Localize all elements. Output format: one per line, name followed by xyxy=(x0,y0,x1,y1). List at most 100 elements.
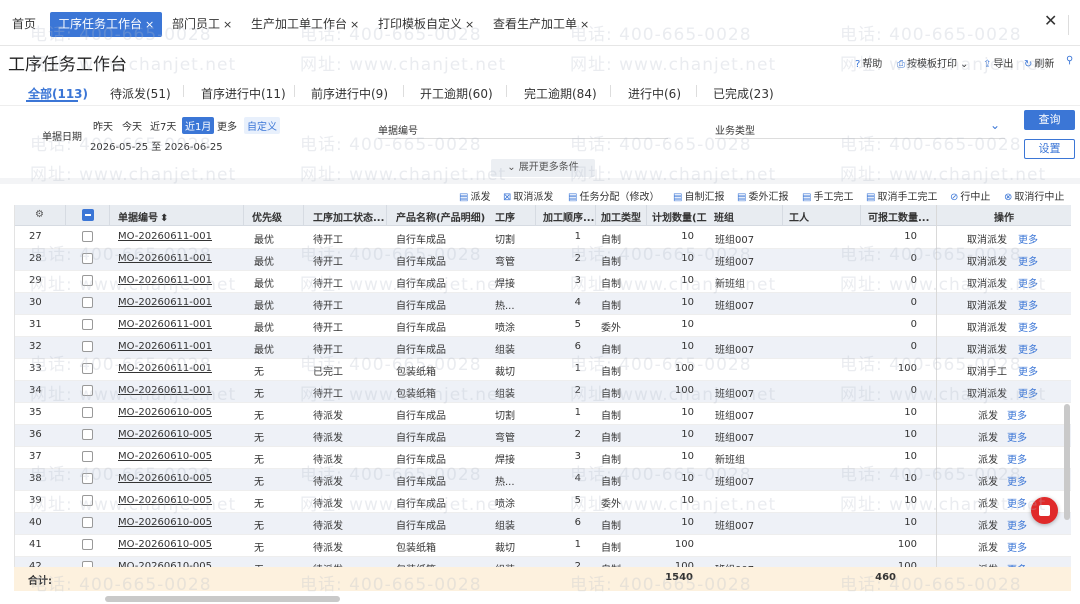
close-icon[interactable]: × xyxy=(223,18,232,31)
action-row-stop[interactable]: ⊘ 行中止 xyxy=(950,188,990,203)
cell-doc-no[interactable]: MO-20260611-001 xyxy=(118,319,238,330)
close-all-tabs-icon[interactable]: ✕ xyxy=(1044,11,1057,30)
pin-icon[interactable]: ⚲ xyxy=(1066,55,1075,66)
cell-more-link[interactable]: 更多 xyxy=(1018,319,1038,334)
header-process-seq[interactable]: 加工顺序... xyxy=(543,209,594,224)
horizontal-scrollbar[interactable] xyxy=(105,596,340,602)
table-row[interactable]: 29 MO-20260611-001 最优 待开工 自行车成品 焊接 3 自制 10 新班组 0 取消… xyxy=(15,271,1071,293)
query-button[interactable]: 查询 xyxy=(1024,110,1075,130)
header-priority[interactable]: 优先级 xyxy=(252,209,282,224)
header-team[interactable]: 班组 xyxy=(714,209,734,224)
cell-more-link[interactable]: 更多 xyxy=(1007,473,1027,488)
tab-department-staff[interactable]: 部门员工 × xyxy=(172,12,232,37)
tab-view-production-order[interactable]: 查看生产加工单 × xyxy=(493,12,589,37)
table-row[interactable]: 27 MO-20260611-001 最优 待开工 自行车成品 切割 1 自制 10 班组007 1… xyxy=(15,227,1071,249)
filter-tab-start-overdue[interactable]: 开工逾期(60) xyxy=(420,85,493,102)
table-row[interactable]: 34 MO-20260611-001 无 待开工 包装纸箱 组装 2 自制 100 班组007 0 取… xyxy=(15,381,1071,403)
cell-operation-action[interactable]: 派发 xyxy=(978,473,998,488)
table-row[interactable]: 32 MO-20260611-001 最优 待开工 自行车成品 组装 6 自制 10 班组007 0… xyxy=(15,337,1071,359)
cell-operation-action[interactable]: 取消派发 xyxy=(967,385,1007,400)
cell-more-link[interactable]: 更多 xyxy=(1018,275,1038,290)
cell-more-link[interactable]: 更多 xyxy=(1007,495,1027,510)
header-available-qty[interactable]: 可报工数量... xyxy=(868,209,929,224)
action-cancel-row-stop[interactable]: ⊗ 取消行中止 xyxy=(1004,188,1064,203)
biz-type-select[interactable] xyxy=(715,138,1005,139)
filter-tab-completed[interactable]: 已完成(23) xyxy=(713,85,774,102)
row-checkbox[interactable] xyxy=(82,451,93,462)
cell-more-link[interactable]: 更多 xyxy=(1007,429,1027,444)
filter-tab-prev-in-progress[interactable]: 前序进行中(9) xyxy=(311,85,388,102)
date-chip-yesterday[interactable]: 昨天 xyxy=(93,118,113,133)
print-template-button[interactable]: ⎙ 按模板打印 ⌄ xyxy=(897,55,968,70)
table-row[interactable]: 35 MO-20260610-005 无 待派发 自行车成品 切割 1 自制 10 班组007 10… xyxy=(15,403,1071,425)
row-checkbox[interactable] xyxy=(82,517,93,528)
select-all-checkbox[interactable] xyxy=(82,209,94,221)
tab-print-template-custom[interactable]: 打印模板自定义 × xyxy=(378,12,474,37)
cell-more-link[interactable]: 更多 xyxy=(1007,451,1027,466)
cell-more-link[interactable]: 更多 xyxy=(1007,539,1027,554)
cell-doc-no[interactable]: MO-20260610-005 xyxy=(118,495,238,506)
biz-type-dropdown-chevron-icon[interactable]: ⌄ xyxy=(990,118,1000,132)
date-range-value[interactable]: 2026-05-25 至 2026-06-25 xyxy=(90,138,223,153)
tab-production-order-workbench[interactable]: 生产加工单工作台 × xyxy=(251,12,359,37)
cell-more-link[interactable]: 更多 xyxy=(1018,341,1038,356)
cell-operation-action[interactable]: 取消派发 xyxy=(967,253,1007,268)
sort-icon[interactable]: ⬍ xyxy=(160,213,168,224)
cell-operation-action[interactable]: 派发 xyxy=(978,517,998,532)
date-chip-today[interactable]: 今天 xyxy=(122,118,142,133)
cell-doc-no[interactable]: MO-20260611-001 xyxy=(118,297,238,308)
cell-doc-no[interactable]: MO-20260611-001 xyxy=(118,275,238,286)
row-checkbox[interactable] xyxy=(82,231,93,242)
row-checkbox[interactable] xyxy=(82,363,93,374)
row-checkbox[interactable] xyxy=(82,429,93,440)
close-icon[interactable]: × xyxy=(580,18,589,31)
action-dispatch[interactable]: ▤ 派发 xyxy=(459,188,490,203)
table-row[interactable]: 33 MO-20260611-001 无 已完工 包装纸箱 裁切 1 自制 100 100 取消手工… xyxy=(15,359,1071,381)
filter-tab-first-in-progress[interactable]: 首序进行中(11) xyxy=(201,85,286,102)
action-cancel-manual-complete[interactable]: ▤ 取消手工完工 xyxy=(866,188,937,203)
help-button[interactable]: ? 帮助 xyxy=(855,55,882,70)
action-self-report[interactable]: ▤ 自制汇报 xyxy=(673,188,724,203)
vertical-scrollbar[interactable] xyxy=(1064,404,1070,520)
row-checkbox[interactable] xyxy=(82,407,93,418)
cell-operation-action[interactable]: 派发 xyxy=(978,407,998,422)
row-checkbox[interactable] xyxy=(82,341,93,352)
cell-doc-no[interactable]: MO-20260610-005 xyxy=(118,539,238,550)
cell-more-link[interactable]: 更多 xyxy=(1018,363,1038,378)
cell-more-link[interactable]: 更多 xyxy=(1018,297,1038,312)
export-button[interactable]: ⇪ 导出 xyxy=(983,55,1013,70)
cell-operation-action[interactable]: 派发 xyxy=(978,451,998,466)
cell-more-link[interactable]: 更多 xyxy=(1007,517,1027,532)
header-doc-no[interactable]: 单据编号 ⬍ xyxy=(118,209,168,224)
table-row[interactable]: 31 MO-20260611-001 最优 待开工 自行车成品 喷涂 5 委外 10 0 取消派发更… xyxy=(15,315,1071,337)
action-cancel-dispatch[interactable]: ⊠ 取消派发 xyxy=(503,188,553,203)
cell-doc-no[interactable]: MO-20260611-001 xyxy=(118,253,238,264)
cell-operation-action[interactable]: 取消派发 xyxy=(967,319,1007,334)
header-worker[interactable]: 工人 xyxy=(789,209,809,224)
tab-home[interactable]: 首页 xyxy=(12,12,36,37)
action-task-assign[interactable]: ▤ 任务分配（修改） xyxy=(568,188,659,203)
refresh-button[interactable]: ↻ 刷新 xyxy=(1024,55,1054,70)
action-manual-complete[interactable]: ▤ 手工完工 xyxy=(802,188,853,203)
cell-doc-no[interactable]: MO-20260611-001 xyxy=(118,231,238,242)
table-row[interactable]: 40 MO-20260610-005 无 待派发 自行车成品 组装 6 自制 10 班组007 10… xyxy=(15,513,1071,535)
cell-operation-action[interactable]: 取消派发 xyxy=(967,341,1007,356)
cell-doc-no[interactable]: MO-20260610-005 xyxy=(118,429,238,440)
cell-more-link[interactable]: 更多 xyxy=(1018,231,1038,246)
table-row[interactable]: 38 MO-20260610-005 无 待派发 自行车成品 热... 4 自制 10 班组007… xyxy=(15,469,1071,491)
table-row[interactable]: 41 MO-20260610-005 无 待派发 包装纸箱 裁切 1 自制 100 100 派发 更多 xyxy=(15,535,1071,557)
date-chip-7days[interactable]: 近7天 xyxy=(150,118,176,133)
cell-operation-action[interactable]: 取消手工 xyxy=(967,363,1007,378)
expand-more-conditions-button[interactable]: ⌄ 展开更多条件 xyxy=(491,159,595,177)
cell-doc-no[interactable]: MO-20260610-005 xyxy=(118,473,238,484)
table-row[interactable]: 30 MO-20260611-001 最优 待开工 自行车成品 热... 4 自制 10 班组00… xyxy=(15,293,1071,315)
cell-doc-no[interactable]: MO-20260611-001 xyxy=(118,341,238,352)
close-icon[interactable]: × xyxy=(465,18,474,31)
doc-no-input[interactable] xyxy=(378,138,668,139)
row-checkbox[interactable] xyxy=(82,385,93,396)
close-icon[interactable]: × xyxy=(145,18,154,31)
table-row[interactable]: 36 MO-20260610-005 无 待派发 自行车成品 弯管 2 自制 10 班组007 10… xyxy=(15,425,1071,447)
table-row[interactable]: 37 MO-20260610-005 无 待派发 自行车成品 焊接 3 自制 10 新班组 10 派发… xyxy=(15,447,1071,469)
row-checkbox[interactable] xyxy=(82,297,93,308)
row-checkbox[interactable] xyxy=(82,473,93,484)
